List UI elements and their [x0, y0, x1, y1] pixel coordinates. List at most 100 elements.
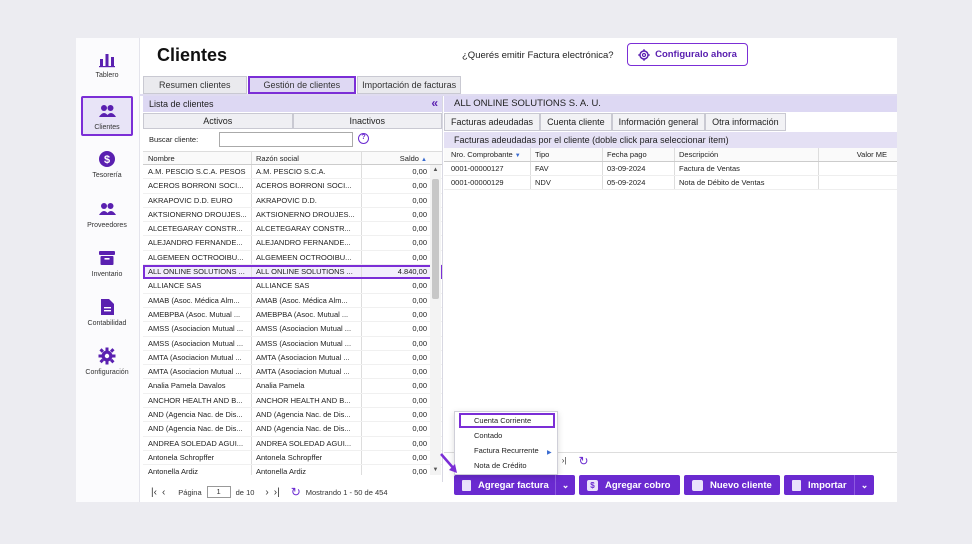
cell-saldo: 0,00 [412, 252, 427, 262]
import-button[interactable]: Importar ⌄ [784, 475, 874, 495]
cell-razon-social: ACEROS BORRONI SOCI... [252, 179, 362, 193]
table-row[interactable]: Antonela Schropffer Antonela Schropffer 0,… [143, 450, 442, 466]
menu-item-cuenta-corriente[interactable]: Cuenta Corriente [459, 413, 555, 428]
table-row[interactable]: A.M. PESCIO S.C.A. PESOS A.M. PESCIO S.C.… [143, 165, 442, 180]
tab-resumen-clientes[interactable]: Resumen clientes [143, 76, 247, 94]
cell-descripcion: Factura de Ventas [675, 162, 819, 175]
column-nro-comprobante[interactable]: Nro. Comprobante ▼ [444, 148, 531, 161]
tab-informacion-general[interactable]: Información general [611, 113, 706, 131]
cell-nombre: Antonella Ardiz [143, 465, 252, 475]
cell-nombre: AMSS (Asociacion Mutual ... [143, 322, 252, 336]
tab-activos[interactable]: Activos [143, 113, 293, 129]
table-row[interactable]: AND (Agencia Nac. de Dis... AND (Agencia … [143, 422, 442, 437]
tab-importacion-facturas[interactable]: Importación de facturas [357, 76, 462, 94]
cell-razon-social: ALGEMEEN OCTROOIBU... [252, 250, 362, 265]
sidebar-item-clientes[interactable]: Clientes [81, 96, 133, 136]
last-page-icon[interactable]: ›| [274, 487, 280, 498]
table-row[interactable]: ALLIANCE SAS ALLIANCE SAS 0,00 [143, 279, 442, 294]
first-page-icon[interactable]: |‹ [151, 487, 157, 498]
sidebar-item-label: Tablero [95, 71, 119, 79]
sidebar-item-tablero[interactable]: Tablero [81, 44, 133, 84]
tab-facturas-adeudadas[interactable]: Facturas adeudadas [444, 113, 541, 131]
table-row[interactable]: Analia Pamela Davalos Analia Pamela 0,00 [143, 379, 442, 394]
table-row[interactable]: ALL ONLINE SOLUTIONS ... ALL ONLINE SOLUT… [143, 265, 442, 280]
cell-razon-social: AMTA (Asociacion Mutual ... [252, 365, 362, 379]
table-row[interactable]: ALCETEGARAY CONSTR... ALCETEGARAY CONSTR.… [143, 222, 442, 237]
cell-razon-social: ANCHOR HEALTH AND B... [252, 393, 362, 408]
sidebar-item-label: Contabilidad [87, 319, 127, 327]
cell-nombre: AMTA (Asociacion Mutual ... [143, 365, 252, 379]
table-row[interactable]: 0001-00000127 FAV 03-09-2024 Factura de Ven… [444, 162, 897, 176]
column-fecha-pago[interactable]: Fecha pago [603, 148, 675, 161]
scroll-thumb[interactable] [432, 179, 439, 299]
tab-cuenta-cliente[interactable]: Cuenta cliente [540, 113, 612, 131]
table-row[interactable]: ALEJANDRO FERNANDE... ALEJANDRO FERNANDE.… [143, 236, 442, 251]
next-page-icon[interactable]: › [265, 487, 268, 498]
table-row[interactable]: AMSS (Asociacion Mutual ... AMSS (Asociac… [143, 322, 442, 337]
chevron-down-icon[interactable]: ⌄ [555, 475, 575, 495]
sidebar-item-proveedores[interactable]: Proveedores [81, 194, 133, 234]
column-nombre[interactable]: Nombre [143, 152, 252, 164]
page-label: Página [178, 487, 202, 497]
chevron-down-icon[interactable]: ⌄ [854, 475, 874, 495]
table-row[interactable]: AMTA (Asociacion Mutual ... AMTA (Asociac… [143, 350, 442, 366]
add-payment-button[interactable]: $ Agregar cobro [579, 475, 680, 495]
table-row[interactable]: AKRAPOVIC D.D. EURO AKRAPOVIC D.D. 0,00 [143, 193, 442, 208]
tab-inactivos[interactable]: Inactivos [292, 113, 442, 129]
table-row[interactable]: AMEBPBA (Asoc. Mutual ... AMEBPBA (Asoc. … [143, 307, 442, 323]
column-saldo[interactable]: Saldo ▲ [362, 152, 430, 164]
users-icon [99, 202, 116, 215]
table-row[interactable]: AKTSIONERNO DROUJES... AKTSIONERNO DROUJE… [143, 207, 442, 223]
prev-page-icon[interactable]: ‹ [162, 487, 165, 498]
menu-item-factura-recurrente[interactable]: Factura Recurrente ▶ [455, 443, 557, 458]
sidebar-item-inventario[interactable]: Inventario [81, 243, 133, 283]
help-icon[interactable]: ? [358, 133, 369, 144]
refresh-icon[interactable]: ↻ [291, 485, 301, 499]
table-row[interactable]: ANCHOR HEALTH AND B... ANCHOR HEALTH AND … [143, 393, 442, 409]
cell-saldo: 0,00 [412, 424, 427, 434]
table-row[interactable]: ALGEMEEN OCTROOIBU... ALGEMEEN OCTROOIBU.… [143, 250, 442, 266]
column-descripcion[interactable]: Descripción [675, 148, 819, 161]
collapse-left-icon[interactable]: « [431, 96, 438, 111]
dollar-icon: $ [587, 479, 598, 491]
column-valor-me[interactable]: Valor ME [819, 148, 897, 161]
add-invoice-button[interactable]: Agregar factura ⌄ [454, 475, 575, 495]
table-row[interactable]: AMSS (Asociacion Mutual ... AMSS (Asociac… [143, 336, 442, 351]
table-row[interactable]: AND (Agencia Nac. de Dis... AND (Agencia … [143, 408, 442, 423]
refresh-icon[interactable]: ↻ [579, 454, 589, 468]
column-tipo[interactable]: Tipo [531, 148, 603, 161]
scroll-up-icon[interactable]: ▲ [430, 167, 441, 173]
cell-nombre: AND (Agencia Nac. de Dis... [143, 422, 252, 436]
table-row[interactable]: 0001-00000129 NDV 05-09-2024 Nota de Débito… [444, 176, 897, 190]
table-row[interactable]: AMTA (Asociacion Mutual ... AMTA (Asociac… [143, 365, 442, 380]
cell-saldo: 0,00 [412, 452, 427, 462]
page-input[interactable]: 1 [206, 486, 231, 498]
page-title: Clientes [157, 45, 228, 65]
tab-gestion-clientes[interactable]: Gestión de clientes [247, 76, 357, 94]
menu-item-nota-credito[interactable]: Nota de Crédito [455, 458, 557, 473]
cell-valor-me [819, 162, 897, 175]
client-table-header: Nombre Razón social Saldo ▲ [143, 151, 442, 165]
gear-icon [98, 347, 116, 364]
cell-nombre: ALCETEGARAY CONSTR... [143, 222, 252, 236]
table-row[interactable]: Antonella Ardiz Antonella Ardiz 0,00 [143, 465, 442, 475]
menu-item-contado[interactable]: Contado [455, 428, 557, 443]
sidebar-item-tesoreria[interactable]: $ Tesorería [81, 144, 133, 184]
sidebar-item-contabilidad[interactable]: Contabilidad [81, 292, 133, 332]
dollar-icon: $ [99, 150, 115, 167]
new-client-button[interactable]: Nuevo cliente [684, 475, 780, 495]
cell-nombre: AMEBPBA (Asoc. Mutual ... [143, 307, 252, 322]
cell-saldo: 0,00 [412, 395, 427, 405]
column-razon-social[interactable]: Razón social [252, 152, 362, 164]
cell-razon-social: Antonela Schropffer [252, 450, 362, 465]
configure-now-button[interactable]: Configuralo ahora [627, 43, 748, 66]
last-page-icon[interactable]: ›| [562, 456, 567, 465]
table-row[interactable]: ANDREA SOLEDAD AGUI... ANDREA SOLEDAD AGU… [143, 436, 442, 451]
sidebar-item-configuracion[interactable]: Configuración [81, 341, 133, 381]
tab-otra-informacion[interactable]: Otra información [705, 113, 786, 131]
client-list-scrollbar[interactable]: ▲ ▼ [430, 165, 441, 475]
table-row[interactable]: AMAB (Asoc. Médica Alm... AMAB (Asoc. Méd… [143, 293, 442, 308]
cell-saldo: 0,00 [412, 367, 427, 377]
search-input[interactable] [219, 132, 353, 147]
table-row[interactable]: ACEROS BORRONI SOCI... ACEROS BORRONI SOC… [143, 179, 442, 194]
